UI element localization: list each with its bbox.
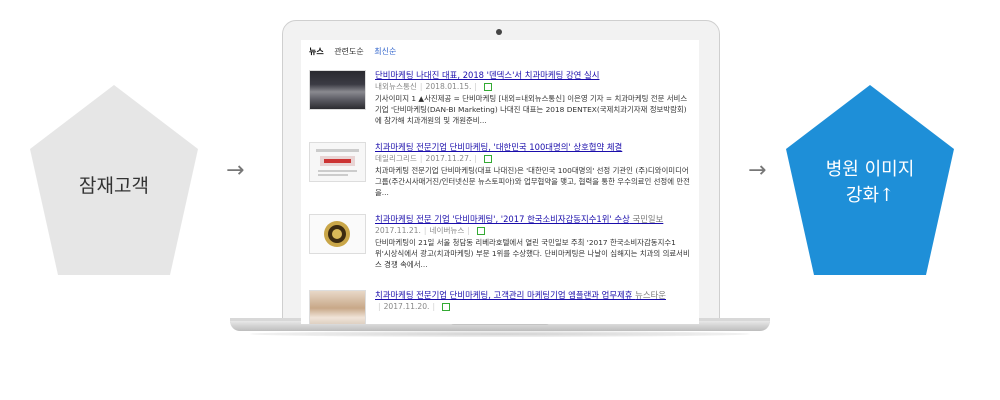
news-date: 2017.11.21. [375,226,421,235]
news-meta: 내외뉴스통신 | 2018.01.15. | [375,81,691,93]
news-publisher: 국민일보 [632,214,664,224]
tab-news[interactable]: 뉴스 [309,47,324,56]
news-meta: 데일리그리드 | 2017.11.27. | [375,153,691,165]
news-tabs: 뉴스 관련도순 최신순 [309,46,404,57]
news-meta: 2017.11.21. | 네이버뉴스 | [375,225,691,237]
news-description: 치과마케팅 전문기업 단비마케팅(대표 나대진)은 '대한민국 100대명의' … [375,166,690,197]
right-arrow-icon: → [748,158,767,183]
external-link-icon[interactable] [483,83,492,91]
hospital-image-line2: 강화↑ [845,185,895,206]
right-arrow-icon: → [226,158,245,183]
news-search-results: 뉴스 관련도순 최신순 단비마케팅 나대진 대표, 2018 '덴덱스'서 치과… [301,40,699,324]
news-thumbnail[interactable] [309,142,366,182]
news-source: 내외뉴스통신 [375,82,417,91]
news-date: 2017.11.27. [425,154,472,163]
prospect-label: 잠재고객 [79,175,149,197]
news-date: 2018.01.15. [425,82,472,91]
hospital-image-pentagon: 병원 이미지 강화↑ [786,85,954,275]
news-description: 단비마케팅이 21일 서울 청담동 리베라호텔에서 열린 국민일보 주최 '20… [375,238,690,269]
hospital-image-label: 병원 이미지 강화↑ [786,157,954,209]
news-publisher: 뉴스타운 [635,290,666,300]
news-description: 기사이미지 1 ▲사진제공 = 단비마케팅 [내외=내외뉴스통신] 이은영 기자… [375,94,688,125]
prospect-pentagon: 잠재고객 [30,85,198,275]
tab-relevance[interactable]: 관련도순 [334,47,363,56]
news-title[interactable]: 치과마케팅 전문 기업 '단비마케팅', '2017 한국소비자감동지수1위' … [375,214,691,225]
news-date: 2017.11.20. [383,302,430,311]
external-link-icon[interactable] [476,227,485,235]
news-title[interactable]: 치과마케팅 전문기업 단비마케팅, '대한민국 100대명의' 상호협약 체결 [375,142,691,153]
news-title[interactable]: 단비마케팅 나대진 대표, 2018 '덴덱스'서 치과마케팅 강연 실시 [375,70,691,81]
news-thumbnail[interactable] [309,70,366,110]
news-meta: | 2017.11.20. | [375,301,691,313]
external-link-icon[interactable] [483,155,492,163]
camera-icon [496,29,502,35]
external-link-icon[interactable] [442,303,451,311]
news-source[interactable]: 네이버뉴스 [429,226,464,235]
news-source: 데일리그리드 [375,154,417,163]
hospital-image-line1: 병원 이미지 [825,159,915,180]
news-title[interactable]: 치과마케팅 전문기업 단비마케팅, 고객관리 마케팅기업 엠플랜과 업무제휴 뉴… [375,290,691,301]
tab-latest[interactable]: 최신순 [374,47,396,56]
news-thumbnail[interactable] [309,214,366,254]
laptop-shadow [250,331,750,337]
news-thumbnail[interactable] [309,290,366,324]
